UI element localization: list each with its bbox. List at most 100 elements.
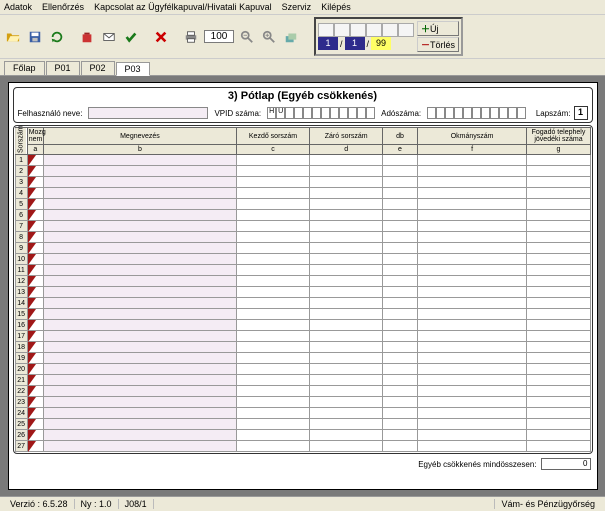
cell-megnevezes[interactable] [43, 430, 236, 441]
cell-kezdo[interactable] [236, 364, 309, 375]
cell-fogado[interactable] [527, 375, 590, 386]
table-row[interactable]: 17 [15, 331, 590, 342]
cell-zaro[interactable] [310, 309, 383, 320]
cell-zaro[interactable] [310, 375, 383, 386]
cell-fogado[interactable] [527, 265, 590, 276]
cell-fogado[interactable] [527, 320, 590, 331]
row-marker[interactable] [27, 243, 43, 254]
cell-kezdo[interactable] [236, 199, 309, 210]
save-icon[interactable] [26, 28, 44, 46]
tab-p01[interactable]: P01 [46, 61, 80, 75]
cell-okmanyszam[interactable] [417, 188, 527, 199]
cell-fogado[interactable] [527, 353, 590, 364]
table-row[interactable]: 10 [15, 254, 590, 265]
cell-zaro[interactable] [310, 210, 383, 221]
cell-kezdo[interactable] [236, 298, 309, 309]
table-row[interactable]: 23 [15, 397, 590, 408]
cell-okmanyszam[interactable] [417, 254, 527, 265]
cell-db[interactable] [383, 254, 418, 265]
cell-db[interactable] [383, 309, 418, 320]
cell-okmanyszam[interactable] [417, 155, 527, 166]
vpid-cells[interactable]: H U [267, 107, 375, 119]
cell-kezdo[interactable] [236, 287, 309, 298]
table-row[interactable]: 13 [15, 287, 590, 298]
row-marker[interactable] [27, 254, 43, 265]
row-marker[interactable] [27, 177, 43, 188]
cell-zaro[interactable] [310, 353, 383, 364]
cell-db[interactable] [383, 199, 418, 210]
cell-okmanyszam[interactable] [417, 199, 527, 210]
cell-kezdo[interactable] [236, 188, 309, 199]
cell-zaro[interactable] [310, 199, 383, 210]
cell-kezdo[interactable] [236, 309, 309, 320]
cell-megnevezes[interactable] [43, 188, 236, 199]
cell-okmanyszam[interactable] [417, 430, 527, 441]
cell-kezdo[interactable] [236, 243, 309, 254]
cell-zaro[interactable] [310, 331, 383, 342]
cell-megnevezes[interactable] [43, 364, 236, 375]
nav-cell[interactable] [382, 23, 398, 37]
table-row[interactable]: 9 [15, 243, 590, 254]
table-row[interactable]: 19 [15, 353, 590, 364]
cell-zaro[interactable] [310, 342, 383, 353]
cell-zaro[interactable] [310, 430, 383, 441]
cell-megnevezes[interactable] [43, 287, 236, 298]
cell-megnevezes[interactable] [43, 353, 236, 364]
row-marker[interactable] [27, 276, 43, 287]
cell-fogado[interactable] [527, 408, 590, 419]
cell-zaro[interactable] [310, 177, 383, 188]
cell-megnevezes[interactable] [43, 232, 236, 243]
row-marker[interactable] [27, 232, 43, 243]
table-row[interactable]: 16 [15, 320, 590, 331]
cell-zaro[interactable] [310, 298, 383, 309]
table-row[interactable]: 3 [15, 177, 590, 188]
print-icon[interactable] [182, 28, 200, 46]
cell-zaro[interactable] [310, 254, 383, 265]
cell-okmanyszam[interactable] [417, 309, 527, 320]
cell-kezdo[interactable] [236, 353, 309, 364]
cell-zaro[interactable] [310, 276, 383, 287]
table-row[interactable]: 11 [15, 265, 590, 276]
tab-p02[interactable]: P02 [81, 61, 115, 75]
menu-kilepes[interactable]: Kilépés [321, 2, 351, 12]
cell-zaro[interactable] [310, 232, 383, 243]
cell-okmanyszam[interactable] [417, 342, 527, 353]
cell-db[interactable] [383, 166, 418, 177]
table-row[interactable]: 18 [15, 342, 590, 353]
cell-zaro[interactable] [310, 386, 383, 397]
table-row[interactable]: 5 [15, 199, 590, 210]
menu-kapcsolat[interactable]: Kapcsolat az Ügyfélkapuval/Hivatali Kapu… [94, 2, 272, 12]
cell-db[interactable] [383, 320, 418, 331]
cell-megnevezes[interactable] [43, 210, 236, 221]
cell-fogado[interactable] [527, 166, 590, 177]
cell-fogado[interactable] [527, 419, 590, 430]
cell-okmanyszam[interactable] [417, 320, 527, 331]
cell-okmanyszam[interactable] [417, 276, 527, 287]
row-marker[interactable] [27, 155, 43, 166]
cell-okmanyszam[interactable] [417, 287, 527, 298]
cell-zaro[interactable] [310, 441, 383, 452]
cell-okmanyszam[interactable] [417, 177, 527, 188]
row-marker[interactable] [27, 375, 43, 386]
row-marker[interactable] [27, 320, 43, 331]
nav-cell[interactable] [318, 23, 334, 37]
cell-zaro[interactable] [310, 188, 383, 199]
cell-db[interactable] [383, 441, 418, 452]
cell-db[interactable] [383, 155, 418, 166]
cell-zaro[interactable] [310, 243, 383, 254]
cell-megnevezes[interactable] [43, 309, 236, 320]
cell-fogado[interactable] [527, 276, 590, 287]
cell-fogado[interactable] [527, 331, 590, 342]
table-row[interactable]: 20 [15, 364, 590, 375]
row-marker[interactable] [27, 331, 43, 342]
nav-cell[interactable] [350, 23, 366, 37]
cell-okmanyszam[interactable] [417, 166, 527, 177]
table-row[interactable]: 21 [15, 375, 590, 386]
row-marker[interactable] [27, 221, 43, 232]
cell-okmanyszam[interactable] [417, 221, 527, 232]
cell-megnevezes[interactable] [43, 199, 236, 210]
row-marker[interactable] [27, 199, 43, 210]
cell-megnevezes[interactable] [43, 419, 236, 430]
cell-okmanyszam[interactable] [417, 353, 527, 364]
cell-kezdo[interactable] [236, 419, 309, 430]
